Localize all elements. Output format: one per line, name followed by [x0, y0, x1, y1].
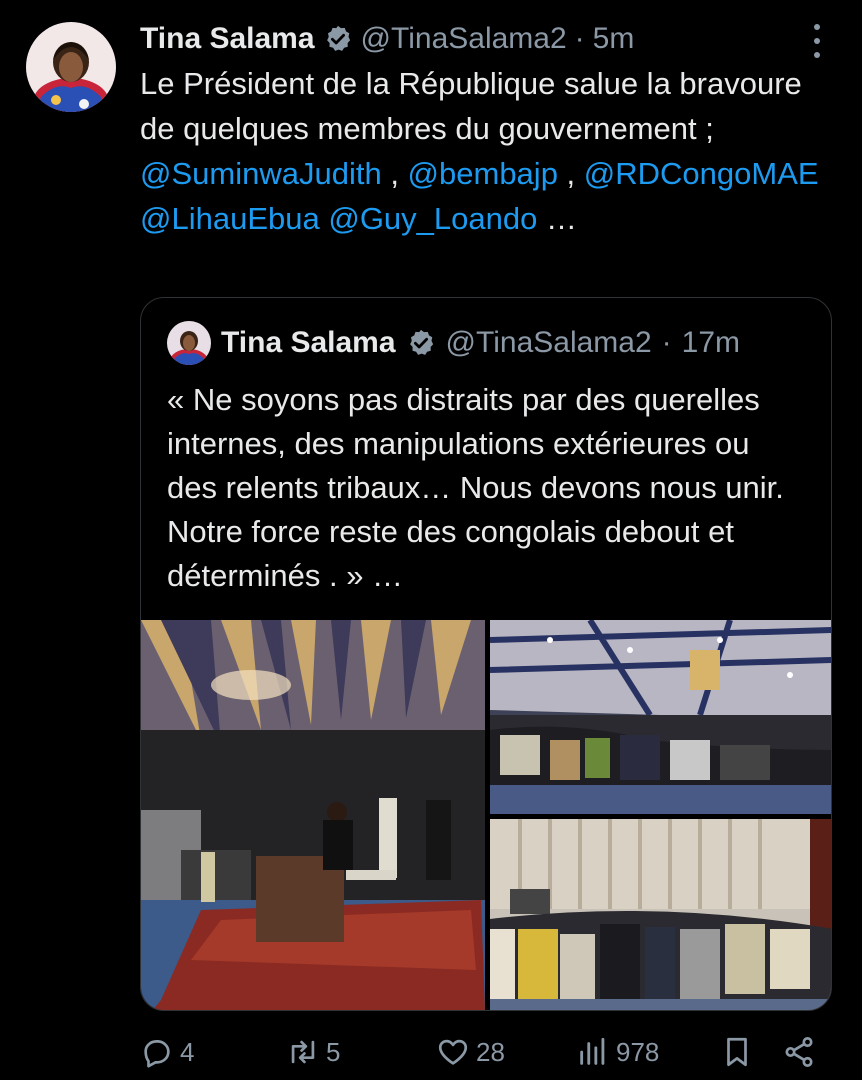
- quoted-tweet-header: Tina Salama @TinaSalama2 · 17m: [167, 320, 740, 366]
- quoted-author-avatar[interactable]: [167, 321, 211, 365]
- quoted-tweet[interactable]: Tina Salama @TinaSalama2 · 17m « Ne soyo…: [140, 297, 832, 1011]
- mention-link[interactable]: @RDCongoMAE: [584, 156, 819, 191]
- views-count: 978: [616, 1036, 660, 1067]
- quoted-timestamp[interactable]: 17m: [682, 326, 740, 360]
- views-button[interactable]: 978: [576, 1030, 659, 1074]
- quoted-tweet-text: « Ne soyons pas distraits par des querel…: [167, 382, 784, 593]
- media-photo-stage[interactable]: [141, 620, 485, 1010]
- repost-count: 5: [326, 1036, 341, 1067]
- repost-icon: [291, 1040, 315, 1064]
- header-separator: ·: [574, 22, 585, 55]
- analytics-icon: [580, 1037, 605, 1065]
- tweet-actions-bar: 4 5 28 978: [140, 1030, 830, 1074]
- reply-count: 4: [180, 1036, 195, 1067]
- tweet-header: Tina Salama @TinaSalama2 · 5m: [140, 18, 634, 60]
- tweet-timestamp[interactable]: 5m: [593, 22, 635, 56]
- quoted-verified-badge-icon: [409, 329, 433, 355]
- quoted-header-separator: ·: [661, 326, 672, 359]
- author-name[interactable]: Tina Salama: [140, 22, 315, 56]
- author-handle[interactable]: @TinaSalama2: [361, 22, 567, 56]
- tweet-text-segment: ,: [381, 156, 408, 191]
- tweet-text-segment: …: [537, 201, 577, 236]
- bookmark-icon: [727, 1037, 747, 1067]
- bookmark-button[interactable]: [720, 1030, 754, 1074]
- media-photo-seated-guests[interactable]: [490, 819, 831, 1010]
- author-avatar[interactable]: [26, 22, 116, 112]
- like-button[interactable]: 28: [436, 1030, 505, 1074]
- reply-button[interactable]: 4: [140, 1030, 194, 1074]
- repost-button[interactable]: 5: [286, 1030, 340, 1074]
- tweet-text-segment: ,: [557, 156, 584, 191]
- quoted-author-name[interactable]: Tina Salama: [221, 326, 396, 360]
- tweet-text: Le Président de la République salue la b…: [140, 61, 830, 241]
- mention-link[interactable]: @SuminwaJudith: [140, 156, 382, 191]
- share-icon: [785, 1037, 813, 1067]
- share-button[interactable]: [782, 1030, 816, 1074]
- mention-link[interactable]: @Guy_Loando: [328, 201, 537, 236]
- verified-badge-icon: [326, 25, 350, 51]
- quoted-author-handle[interactable]: @TinaSalama2: [446, 326, 652, 360]
- mention-link[interactable]: @LihauEbua: [140, 201, 320, 236]
- like-count: 28: [476, 1036, 505, 1067]
- tweet-text-segment: Le Président de la République salue la b…: [140, 66, 802, 146]
- reply-icon: [144, 1040, 170, 1068]
- media-photo-audience-hall[interactable]: [490, 620, 831, 814]
- more-options-icon[interactable]: [804, 24, 830, 58]
- heart-icon: [438, 1039, 468, 1065]
- mention-link[interactable]: @bembajp: [408, 156, 558, 191]
